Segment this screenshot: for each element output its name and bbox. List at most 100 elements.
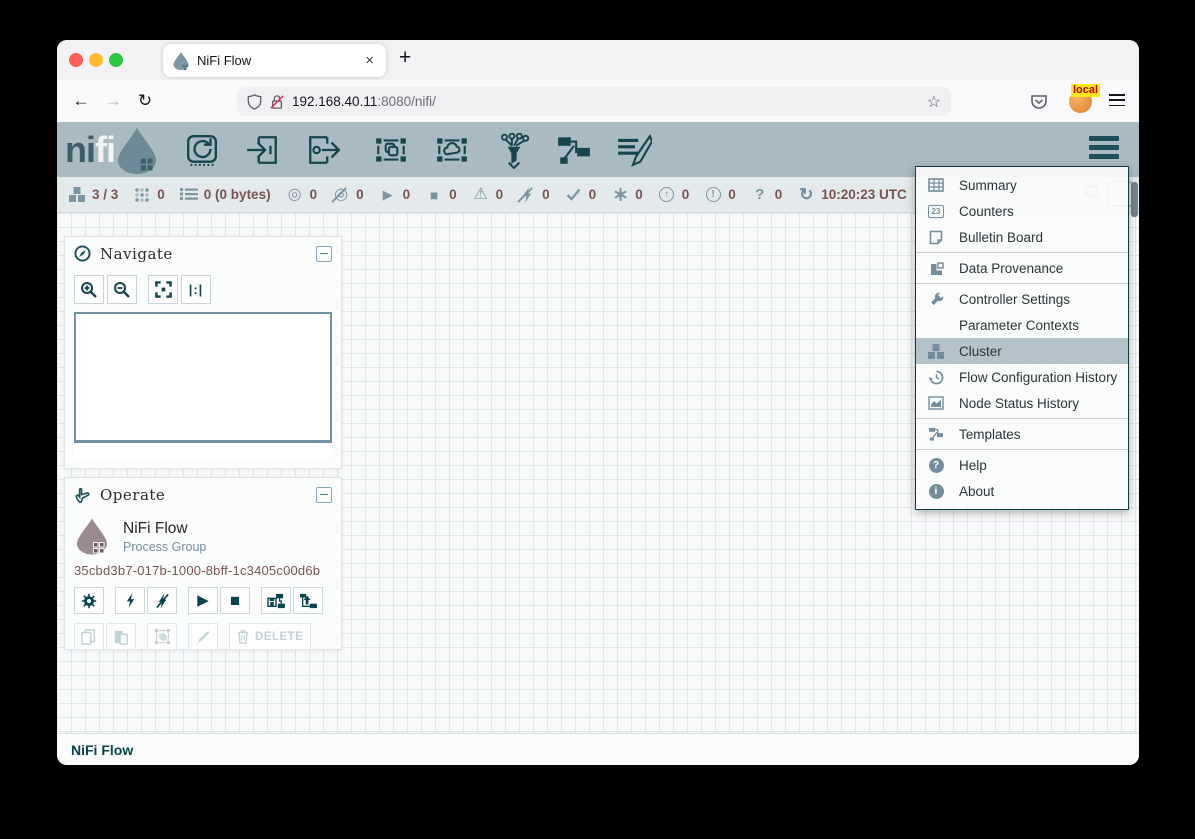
stop-button[interactable]: ■ [220,587,250,614]
invalid-status: ⚠ 0 [471,187,504,203]
back-icon[interactable]: ← [65,91,97,111]
invalid-icon: ⚠ [471,187,491,203]
selected-component-id: 35cbd3b7-017b-1000-8bff-1c3405c00d6b [65,555,341,578]
nifi-drop-logo-icon [117,128,157,174]
zoom-in-button[interactable] [74,275,104,304]
node-status-history-icon [926,396,946,410]
window-zoom-button[interactable] [109,53,123,67]
birdseye-minimap[interactable] [74,312,332,443]
navigate-palette: Navigate |:| [64,236,342,469]
counters-icon: 23 [926,205,946,218]
menu-item-cluster[interactable]: Cluster [916,338,1128,364]
pocket-icon[interactable] [1029,92,1049,112]
window-close-button[interactable] [69,53,83,67]
template-icon[interactable] [556,133,592,167]
navigate-toolbar: |:| [65,270,341,308]
output-port-icon[interactable] [306,133,340,167]
selected-component-name: NiFi Flow [123,520,206,538]
group-button[interactable] [147,623,177,650]
url-bar[interactable]: 192.168.40.11:8080/nifi/ ☆ [237,87,951,116]
zoom-actual-size-button[interactable]: |:| [181,275,211,304]
stopped-status: ■ 0 [424,187,457,203]
save-template-button[interactable] [261,587,291,614]
scrollbar-thumb[interactable] [1131,182,1138,217]
collapse-operate-button[interactable] [316,487,332,503]
logo-fi: fi [95,128,115,172]
upload-template-button[interactable] [293,587,323,614]
delete-label: DELETE [255,631,303,643]
remote-process-group-icon[interactable] [434,133,470,167]
shield-icon[interactable] [247,94,262,110]
paste-button[interactable] [106,623,136,650]
menu-item-counters[interactable]: 23 Counters [916,198,1128,224]
disable-button[interactable] [147,587,177,614]
birdseye-footer [74,443,332,459]
enable-button[interactable] [115,587,145,614]
browser-menu-icon[interactable] [1109,94,1125,110]
up-to-date-status: 0 [564,187,597,202]
menu-item-data-provenance[interactable]: Data Provenance [916,255,1128,281]
delete-button[interactable]: DELETE [229,623,311,650]
fill-color-button[interactable] [188,623,218,650]
global-menu-icon[interactable] [1089,136,1119,163]
processor-icon[interactable] [185,133,219,167]
menu-item-about[interactable]: i About [916,478,1128,504]
nifi-favicon [173,52,189,70]
disabled-status: 0 [517,187,550,203]
bookmark-star-icon[interactable]: ☆ [927,92,941,112]
breadcrumb-root[interactable]: NiFi Flow [71,742,133,758]
menu-item-templates[interactable]: Templates [916,421,1128,447]
zoom-out-button[interactable] [107,275,137,304]
tab-close-icon[interactable]: × [363,52,376,69]
configure-button[interactable] [74,587,104,614]
data-provenance-icon [926,261,946,276]
process-group-icon[interactable] [373,133,409,167]
locally-modified-stale-status: ! 0 [703,187,736,202]
new-tab-button[interactable]: + [399,46,411,70]
refresh-icon[interactable]: ↻ [796,185,816,205]
selected-component-info: NiFi Flow Process Group [65,511,341,555]
cluster-icon [67,186,87,203]
zoom-fit-button[interactable] [148,275,178,304]
selected-component-type: Process Group [123,540,206,554]
queued-icon [179,187,199,203]
url-host: 192.168.40.11 [292,94,377,109]
logo-ni: ni [65,128,95,172]
menu-item-node-status-history[interactable]: Node Status History [916,390,1128,416]
compass-icon [74,245,91,262]
start-button[interactable]: ▶ [188,587,218,614]
menu-item-help[interactable]: ? Help [916,452,1128,478]
input-port-icon[interactable] [246,133,280,167]
menu-item-flow-configuration-history[interactable]: Flow Configuration History [916,364,1128,390]
menu-item-controller-settings[interactable]: Controller Settings [916,286,1128,312]
window-minimize-button[interactable] [89,53,103,67]
menu-separator [916,283,1128,284]
label-icon[interactable] [616,133,652,167]
locally-modified-status: 0 [610,187,643,202]
funnel-icon[interactable] [498,133,530,169]
locally-modified-icon [610,187,630,202]
about-icon: i [926,484,946,499]
locally-modified-stale-icon: ! [703,187,723,202]
tab-title: NiFi Flow [197,53,363,68]
menu-item-bulletin-board[interactable]: Bulletin Board [916,224,1128,250]
bulletin-board-icon [926,230,946,245]
summary-icon [926,178,946,192]
cluster-status: 3 / 3 [67,186,118,203]
controller-settings-icon [926,292,946,307]
operate-buttons-row-1: ▶ ■ [65,578,341,614]
menu-separator [916,252,1128,253]
last-refresh: ↻ 10:20:23 UTC [796,185,907,205]
browser-tab[interactable]: NiFi Flow × [163,44,386,77]
sync-failure-icon: ? [750,186,770,203]
collapse-navigate-button[interactable] [316,246,332,262]
not-transmitting-status: ◎ 0 [331,187,364,203]
queued-status: 0 (0 bytes) [179,187,271,203]
copy-button[interactable] [74,623,104,650]
menu-item-parameter-contexts[interactable]: Parameter Contexts [916,312,1128,338]
flow-configuration-history-icon [926,370,946,385]
menu-item-summary[interactable]: Summary [916,172,1128,198]
forward-icon[interactable]: → [97,91,129,111]
reload-icon[interactable]: ↻ [129,91,161,111]
insecure-lock-icon[interactable] [270,94,284,110]
